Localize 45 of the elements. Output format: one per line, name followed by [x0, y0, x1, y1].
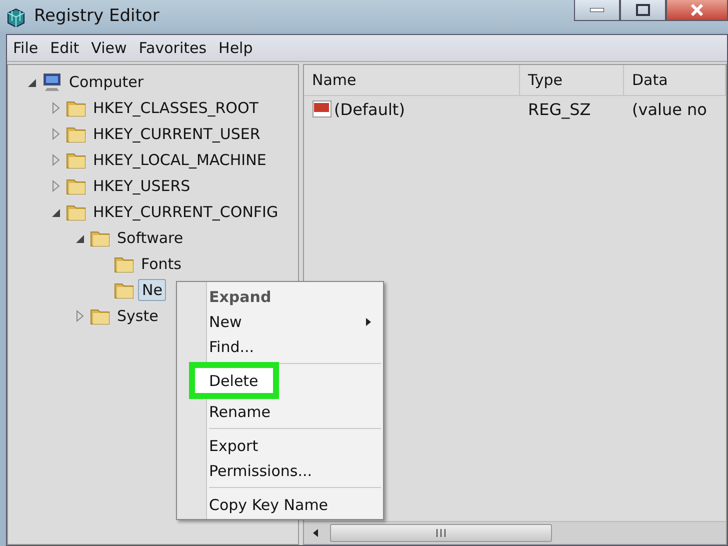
tree-item[interactable]: HKEY_CURRENT_USER	[90, 124, 264, 144]
tree-item[interactable]: HKEY_CURRENT_CONFIG	[90, 202, 282, 222]
maximize-button[interactable]	[620, 0, 666, 21]
menu-item[interactable]: Help	[212, 39, 259, 57]
tree-item[interactable]: Computer	[66, 72, 147, 92]
table-cell-text: REG_SZ	[527, 100, 592, 118]
minimize-button[interactable]	[574, 0, 620, 21]
tree-item[interactable]: Syste	[114, 306, 162, 326]
scrollbar-thumb[interactable]	[330, 524, 552, 542]
tree-item[interactable]: Fonts	[138, 254, 184, 274]
tree-item[interactable]: Software	[114, 228, 186, 248]
tree-item[interactable]: Ne	[138, 279, 166, 301]
context-menu-item[interactable]: Export	[177, 433, 383, 458]
expand-arrow-icon[interactable]	[50, 128, 62, 140]
menu-item[interactable]: File	[7, 39, 44, 57]
column-header[interactable]: Data	[624, 65, 726, 95]
window-title: Registry Editor	[34, 6, 160, 26]
tree-item[interactable]: HKEY_CLASSES_ROOT	[90, 98, 262, 118]
column-header[interactable]: Type	[520, 65, 624, 95]
maximize-icon	[636, 4, 650, 16]
close-button[interactable]	[666, 0, 728, 21]
expand-arrow-icon[interactable]	[50, 102, 62, 114]
menu-item[interactable]: Favorites	[132, 39, 213, 57]
column-header[interactable]: Name	[304, 65, 520, 95]
context-menu-item[interactable]: New	[177, 309, 383, 334]
computer-icon	[41, 72, 63, 92]
context-menu-item[interactable]: Rename	[177, 399, 383, 424]
context-menu-item[interactable]: Delete	[195, 368, 273, 393]
tree-item[interactable]: HKEY_USERS	[90, 176, 194, 196]
tree-item[interactable]: HKEY_LOCAL_MACHINE	[90, 150, 270, 170]
expand-arrow-icon[interactable]	[74, 310, 86, 322]
expand-arrow-icon[interactable]	[50, 180, 62, 192]
expand-arrow-icon[interactable]	[50, 154, 62, 166]
table-cell: (Default)	[334, 100, 405, 118]
horizontal-scrollbar[interactable]	[304, 521, 726, 544]
close-icon	[690, 4, 704, 16]
minimize-icon	[590, 8, 604, 12]
menu-item[interactable]: Edit	[44, 39, 86, 57]
context-menu-item[interactable]: Permissions...	[177, 458, 383, 483]
context-menu-item[interactable]: Copy Key Name	[177, 492, 383, 517]
context-menu-item[interactable]: Find...	[177, 334, 383, 359]
string-value-icon	[312, 100, 332, 118]
context-menu-item[interactable]: Expand	[177, 284, 383, 309]
table-cell-text: (value no	[631, 100, 708, 118]
menu-item[interactable]: View	[85, 39, 133, 57]
